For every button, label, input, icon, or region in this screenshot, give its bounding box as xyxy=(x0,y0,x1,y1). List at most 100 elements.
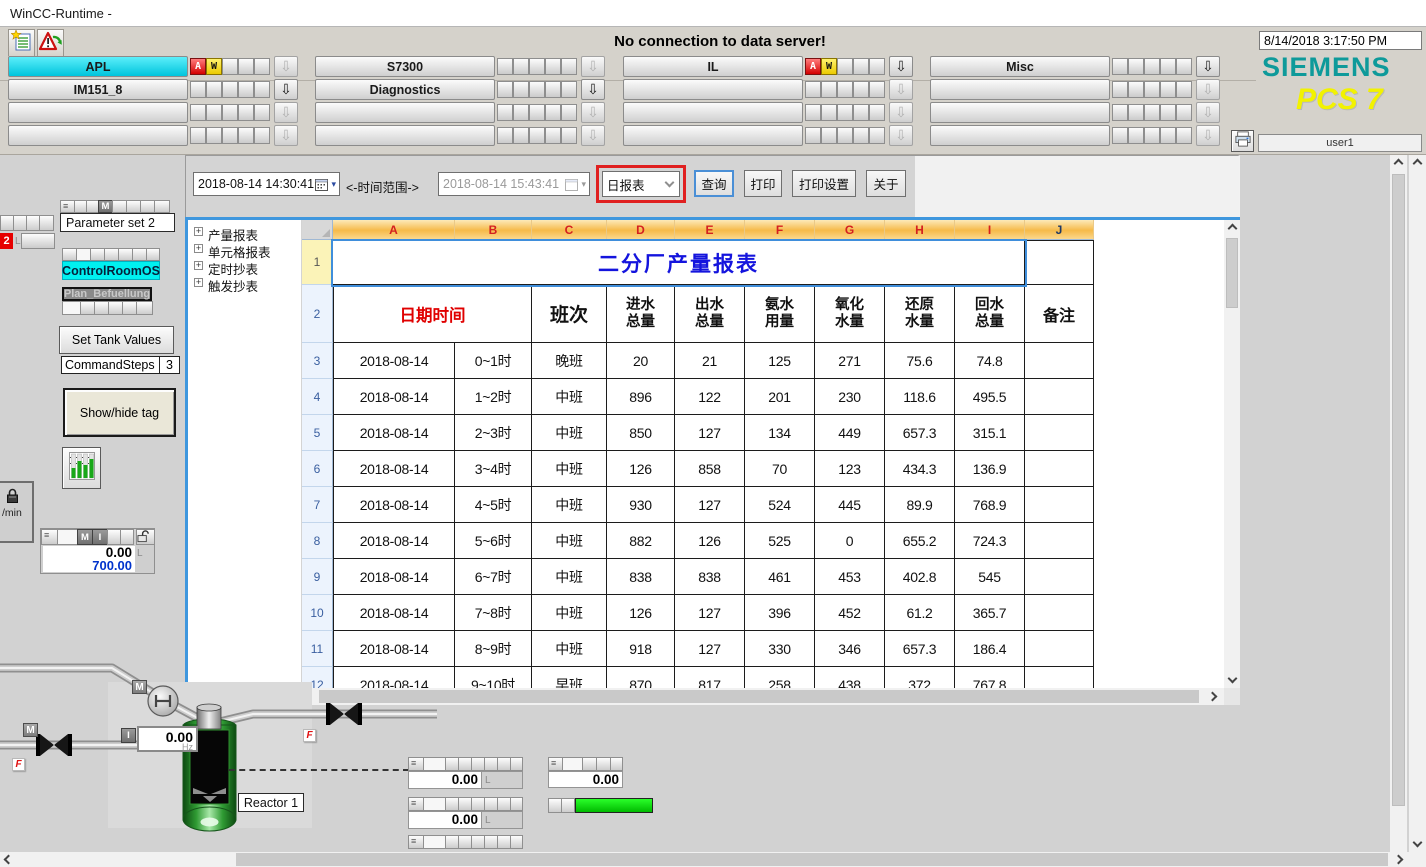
strip-cell[interactable] xyxy=(610,757,623,771)
cell-value[interactable]: 125 xyxy=(745,343,815,379)
expand-arrow-button[interactable] xyxy=(1196,56,1220,77)
strip-cell[interactable] xyxy=(445,797,459,811)
scroll-up-icon[interactable] xyxy=(1409,155,1426,172)
expand-arrow-button[interactable] xyxy=(581,79,605,100)
active-cell[interactable] xyxy=(562,757,583,771)
cell-value[interactable]: 127 xyxy=(675,487,745,523)
strip-cell[interactable] xyxy=(548,798,562,813)
print-settings-button[interactable]: 打印设置 xyxy=(792,170,856,197)
cell-value[interactable]: 524 xyxy=(745,487,815,523)
strip-cell[interactable] xyxy=(80,301,95,315)
print-button[interactable]: 打印 xyxy=(744,170,782,197)
strip-cell[interactable] xyxy=(62,248,77,261)
strip-cell[interactable] xyxy=(484,797,498,811)
mode-badge[interactable]: M xyxy=(98,200,113,213)
row-header-1[interactable]: 1 xyxy=(302,240,333,285)
strip-cell[interactable] xyxy=(122,301,137,315)
row-header-6[interactable]: 6 xyxy=(302,451,333,487)
strip-cell[interactable] xyxy=(136,301,153,315)
cell-shift[interactable]: 中班 xyxy=(532,559,607,595)
strip-cell[interactable] xyxy=(561,798,575,813)
strip-cell[interactable] xyxy=(471,757,485,771)
toolbar-area-button-empty[interactable] xyxy=(8,125,188,146)
cell-date[interactable]: 2018-08-14 xyxy=(333,415,455,451)
cell-hour[interactable]: 7~8时 xyxy=(455,595,532,631)
cell-remark[interactable] xyxy=(1025,487,1094,523)
header-col-3[interactable]: 氧化 水量 xyxy=(815,285,885,343)
scroll-left-icon[interactable] xyxy=(2,852,15,867)
toolbar-area-button-empty[interactable] xyxy=(930,102,1110,123)
cell-value[interactable]: 21 xyxy=(675,343,745,379)
toolbar-area-button-empty[interactable] xyxy=(930,79,1110,100)
scrollbar-thumb[interactable] xyxy=(236,853,1388,866)
cell-value[interactable]: 461 xyxy=(745,559,815,595)
toolbar-area-button-empty[interactable] xyxy=(930,125,1110,146)
bottom-horizontal-scrollbar[interactable] xyxy=(0,852,1426,867)
toolbar-area-button-APL[interactable]: APL xyxy=(8,56,188,77)
tree-expander-icon[interactable] xyxy=(194,227,203,236)
cell-value[interactable]: 315.1 xyxy=(955,415,1025,451)
cell-value[interactable]: 657.3 xyxy=(885,631,955,667)
toolbar-area-button-S7300[interactable]: S7300 xyxy=(315,56,495,77)
strip-cell[interactable] xyxy=(132,248,147,261)
active-cell[interactable] xyxy=(423,797,446,811)
cell-value[interactable]: 545 xyxy=(955,559,1025,595)
toolbar-area-button-empty[interactable] xyxy=(315,102,495,123)
cell-value[interactable]: 724.3 xyxy=(955,523,1025,559)
strip-cell[interactable] xyxy=(458,797,472,811)
cell-remark[interactable] xyxy=(1025,379,1094,415)
menu-cell[interactable] xyxy=(548,757,563,771)
start-time-picker[interactable]: 2018-08-14 14:30:41 ▾ xyxy=(193,172,340,196)
cell-value[interactable]: 75.6 xyxy=(885,343,955,379)
cell-value[interactable]: 850 xyxy=(607,415,675,451)
strip-cell[interactable] xyxy=(13,215,27,231)
menu-cell[interactable] xyxy=(408,797,424,811)
strip-cell[interactable] xyxy=(154,200,170,213)
cell-remark[interactable] xyxy=(1025,343,1094,379)
inner-vertical-scrollbar[interactable] xyxy=(1390,155,1407,852)
cell-date[interactable]: 2018-08-14 xyxy=(333,343,455,379)
cell-value[interactable]: 838 xyxy=(607,559,675,595)
strip-cell[interactable] xyxy=(0,215,14,231)
cell-value[interactable]: 452 xyxy=(815,595,885,631)
cell-value[interactable]: 126 xyxy=(675,523,745,559)
cell-value[interactable]: 126 xyxy=(607,451,675,487)
scroll-down-icon[interactable] xyxy=(1409,835,1426,852)
column-header-G[interactable]: G xyxy=(815,220,885,240)
menu-cell[interactable] xyxy=(60,200,75,213)
toolbar-area-button-empty[interactable] xyxy=(623,102,803,123)
header-col-0[interactable]: 进水 总量 xyxy=(607,285,675,343)
header-col-4[interactable]: 还原 水量 xyxy=(885,285,955,343)
cell-shift[interactable]: 中班 xyxy=(532,415,607,451)
column-header-I[interactable]: I xyxy=(955,220,1025,240)
expand-arrow-button[interactable] xyxy=(274,79,298,100)
strip-cell[interactable] xyxy=(497,797,511,811)
cell-date[interactable]: 2018-08-14 xyxy=(333,451,455,487)
strip-cell[interactable] xyxy=(510,835,523,849)
cell-value[interactable]: 495.5 xyxy=(955,379,1025,415)
row-header-2[interactable]: 2 xyxy=(302,285,333,343)
row-header-10[interactable]: 10 xyxy=(302,595,333,631)
outer-vertical-scrollbar[interactable] xyxy=(1409,155,1426,867)
strip-cell[interactable] xyxy=(126,200,141,213)
toolbar-area-button-IM151_8[interactable]: IM151_8 xyxy=(8,79,188,100)
strip-cell[interactable] xyxy=(104,248,119,261)
row-header-8[interactable]: 8 xyxy=(302,523,333,559)
strip-cell[interactable] xyxy=(445,835,459,849)
tree-expander-icon[interactable] xyxy=(194,261,203,270)
trend-faders-button[interactable] xyxy=(62,447,101,489)
cell-date[interactable]: 2018-08-14 xyxy=(333,379,455,415)
cell-value[interactable]: 402.8 xyxy=(885,559,955,595)
cell-value[interactable]: 127 xyxy=(675,415,745,451)
aux-field[interactable]: 0.00 xyxy=(548,771,623,788)
cell-remark[interactable] xyxy=(1025,631,1094,667)
strip-cell[interactable] xyxy=(112,200,127,213)
set-tank-values-button[interactable]: Set Tank Values xyxy=(59,326,174,354)
active-cell[interactable] xyxy=(62,301,81,315)
cell-value[interactable]: 122 xyxy=(675,379,745,415)
strip-cell[interactable] xyxy=(582,757,597,771)
header-col-1[interactable]: 出水 总量 xyxy=(675,285,745,343)
cell-value[interactable]: 201 xyxy=(745,379,815,415)
scroll-down-icon[interactable] xyxy=(1224,672,1240,688)
column-header-J[interactable]: J xyxy=(1025,220,1094,240)
